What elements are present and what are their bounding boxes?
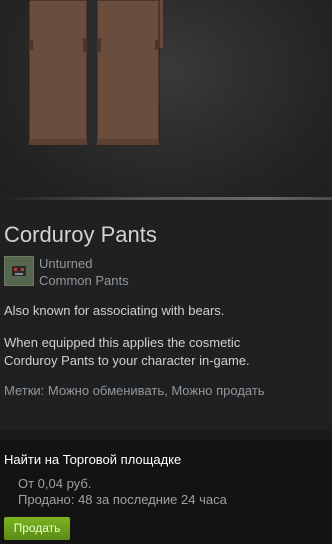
market-title[interactable]: Найти на Торговой площадке bbox=[4, 452, 181, 467]
market-sold-count: Продано: 48 за последние 24 часа bbox=[18, 492, 227, 507]
divider bbox=[0, 197, 332, 200]
pants-image bbox=[28, 0, 163, 146]
description-line-1: Also known for associating with bears. bbox=[4, 303, 225, 318]
item-title: Corduroy Pants bbox=[4, 222, 157, 247]
unturned-game-icon[interactable] bbox=[4, 256, 34, 286]
description-line-3: Corduroy Pants to your character in-game… bbox=[4, 353, 250, 368]
item-image bbox=[0, 0, 332, 200]
game-name[interactable]: Unturned bbox=[39, 256, 92, 271]
description-line-2: When equipped this applies the cosmetic bbox=[4, 335, 241, 350]
item-type: Common Pants bbox=[39, 273, 129, 288]
item-tags: Метки: Можно обменивать, Можно продать bbox=[4, 383, 265, 398]
sell-button[interactable]: Продать bbox=[4, 517, 70, 540]
market-price: От 0,04 руб. bbox=[18, 476, 92, 491]
